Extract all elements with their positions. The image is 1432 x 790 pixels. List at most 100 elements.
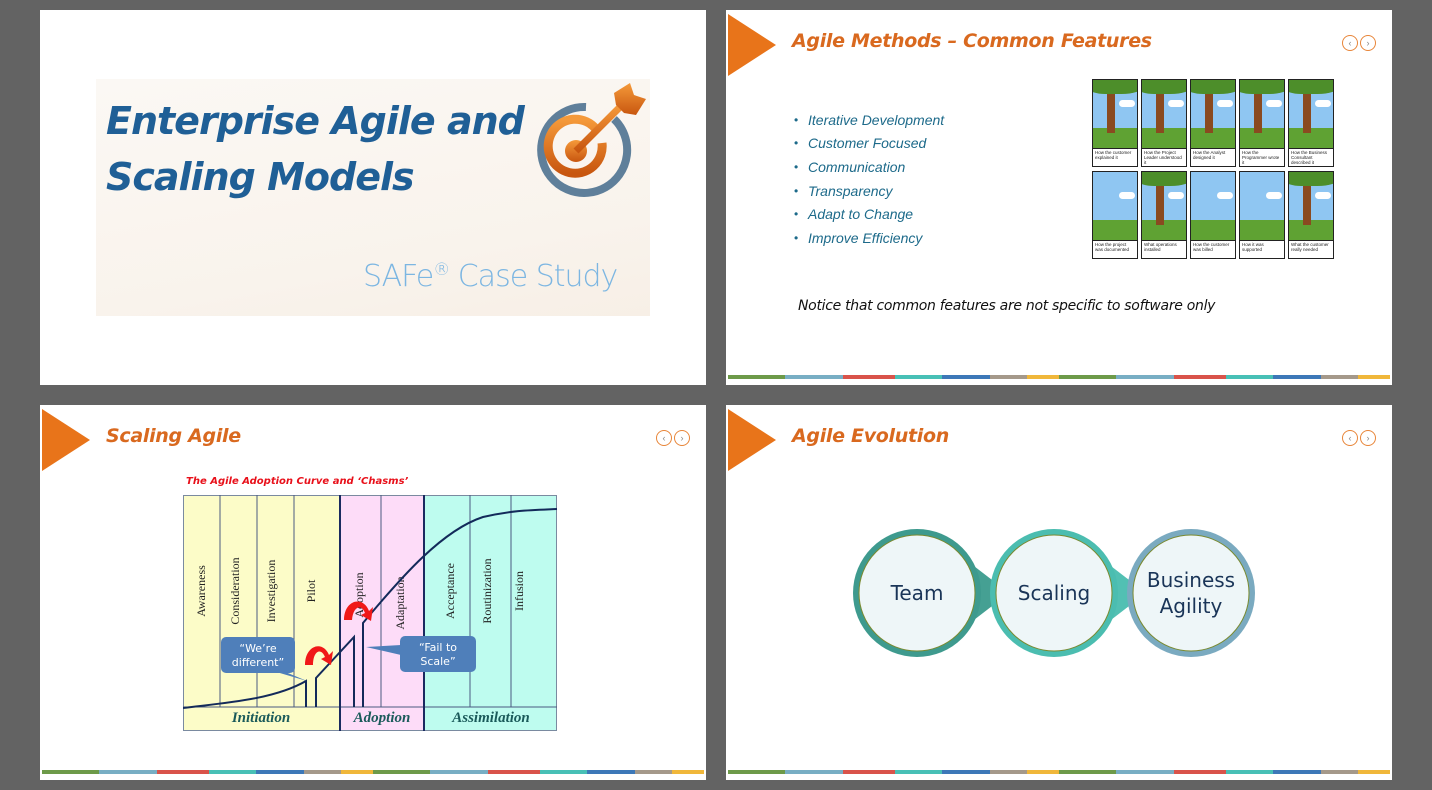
- slide-nav: ‹ ›: [1342, 430, 1376, 446]
- slide-nav: ‹ ›: [656, 430, 690, 446]
- strip-segment: [942, 770, 990, 774]
- orange-triangle-icon: [728, 409, 776, 471]
- footer-color-strip: [728, 375, 1390, 379]
- phase-label: Initiation: [231, 710, 290, 726]
- strip-segment: [1027, 375, 1059, 379]
- strip-segment: [989, 770, 1028, 774]
- slide-nav: ‹ ›: [1342, 35, 1376, 51]
- strip-segment: [99, 770, 157, 774]
- slide-4-thumbnail[interactable]: Agile Evolution ‹ › Team Scaling Business A…: [726, 405, 1392, 780]
- next-slide-button[interactable]: ›: [1360, 35, 1376, 51]
- comic-panel: How the customer was billed: [1190, 171, 1236, 259]
- prev-slide-button[interactable]: ‹: [656, 430, 672, 446]
- slide-title: Agile Methods – Common Features: [792, 30, 1152, 52]
- subtitle: SAFe® Case Study: [363, 259, 618, 294]
- strip-segment: [430, 770, 488, 774]
- strip-segment: [587, 770, 635, 774]
- strip-segment: [842, 770, 895, 774]
- strip-segment: [989, 375, 1028, 379]
- stage-label: Consideration: [228, 557, 242, 624]
- svg-text:different”: different”: [232, 656, 284, 669]
- slide-2-thumbnail[interactable]: Agile Methods – Common Features ‹ › • Ite…: [726, 10, 1392, 385]
- strip-segment: [1358, 375, 1390, 379]
- next-slide-button[interactable]: ›: [674, 430, 690, 446]
- stage-label: Routinization: [480, 558, 494, 623]
- strip-segment: [1116, 770, 1174, 774]
- title-banner: Enterprise Agile and Scaling Models SAFe…: [96, 79, 650, 316]
- strip-segment: [373, 770, 431, 774]
- evolution-step: BusinessAgility: [1127, 529, 1255, 657]
- strip-segment: [1273, 770, 1321, 774]
- stage-label: Pilot: [304, 579, 318, 602]
- prev-slide-button[interactable]: ‹: [1342, 35, 1358, 51]
- strip-segment: [894, 375, 943, 379]
- strip-segment: [1173, 770, 1226, 774]
- strip-segment: [1320, 770, 1359, 774]
- comic-caption: How the customer was billed: [1191, 240, 1235, 258]
- orange-triangle-icon: [42, 409, 90, 471]
- svg-text:“Fail to: “Fail to: [419, 641, 457, 654]
- evolution-step: Team: [853, 529, 981, 657]
- comic-panel: How the Business Consultant described it: [1288, 79, 1334, 167]
- footer-color-strip: [42, 770, 704, 774]
- diagram-title: The Agile Adoption Curve and ‘Chasms’: [186, 476, 409, 487]
- slide-title: Agile Evolution: [792, 425, 949, 447]
- phase-label: Assimilation: [451, 710, 530, 726]
- strip-segment: [1116, 375, 1174, 379]
- stage-label: Investigation: [264, 560, 278, 623]
- adoption-curve-diagram: Awareness Consideration Investigation Pilot…: [183, 495, 558, 731]
- slide-title: Scaling Agile: [106, 425, 241, 447]
- comic-panel: How the customer explained it: [1092, 79, 1138, 167]
- title-line-1: Enterprise Agile and: [106, 99, 525, 143]
- comic-caption: What the customer really needed: [1289, 240, 1333, 258]
- slide-1-thumbnail[interactable]: Enterprise Agile and Scaling Models SAFe…: [40, 10, 706, 385]
- prev-slide-button[interactable]: ‹: [1342, 430, 1358, 446]
- strip-segment: [1225, 770, 1274, 774]
- notice-text: Notice that common features are not spec…: [798, 298, 1216, 314]
- svg-text:“We’re: “We’re: [239, 642, 276, 655]
- list-item: • Adapt to Change: [794, 206, 914, 223]
- orange-triangle-icon: [728, 14, 776, 76]
- strip-segment: [303, 770, 342, 774]
- strip-segment: [156, 770, 209, 774]
- strip-segment: [785, 770, 843, 774]
- comic-panel: What operations installed: [1141, 171, 1187, 259]
- target-arrow-icon: [537, 83, 646, 197]
- comic-caption: How the Project Leader understood it: [1142, 148, 1186, 166]
- strip-segment: [1273, 375, 1321, 379]
- slide-3-thumbnail[interactable]: Scaling Agile ‹ › The Agile Adoption Cur…: [40, 405, 706, 780]
- phase-label: Adoption: [353, 710, 411, 726]
- comic-caption: What operations installed: [1142, 240, 1186, 258]
- strip-segment: [785, 375, 843, 379]
- strip-segment: [728, 770, 786, 774]
- comic-caption: How the Business Consultant described it: [1289, 148, 1333, 166]
- strip-segment: [539, 770, 588, 774]
- list-item: • Improve Efficiency: [794, 229, 923, 246]
- strip-segment: [1225, 375, 1274, 379]
- strip-segment: [634, 770, 673, 774]
- strip-segment: [894, 770, 943, 774]
- agile-evolution-diagram: Team Scaling BusinessAgility: [853, 529, 1255, 657]
- comic-caption: How the Programmer wrote it: [1240, 148, 1284, 166]
- evolution-step: Scaling: [990, 529, 1118, 657]
- step-label: Agility: [1160, 594, 1223, 618]
- strip-segment: [1027, 770, 1059, 774]
- stage-label: Acceptance: [443, 563, 457, 619]
- comic-caption: How the Analyst designed it: [1191, 148, 1235, 166]
- step-label: Scaling: [1018, 581, 1090, 605]
- strip-segment: [341, 770, 373, 774]
- strip-segment: [672, 770, 704, 774]
- strip-segment: [842, 375, 895, 379]
- comic-caption: How the project was documented: [1093, 240, 1137, 258]
- strip-segment: [208, 770, 257, 774]
- list-item: • Transparency: [794, 182, 893, 199]
- next-slide-button[interactable]: ›: [1360, 430, 1376, 446]
- step-label: Business: [1147, 568, 1235, 592]
- strip-segment: [42, 770, 100, 774]
- comic-panel: How the Project Leader understood it: [1141, 79, 1187, 167]
- comic-panel: How the Analyst designed it: [1190, 79, 1236, 167]
- strip-segment: [1358, 770, 1390, 774]
- title-line-2: Scaling Models: [106, 155, 415, 199]
- svg-text:Scale”: Scale”: [420, 655, 455, 668]
- strip-segment: [1173, 375, 1226, 379]
